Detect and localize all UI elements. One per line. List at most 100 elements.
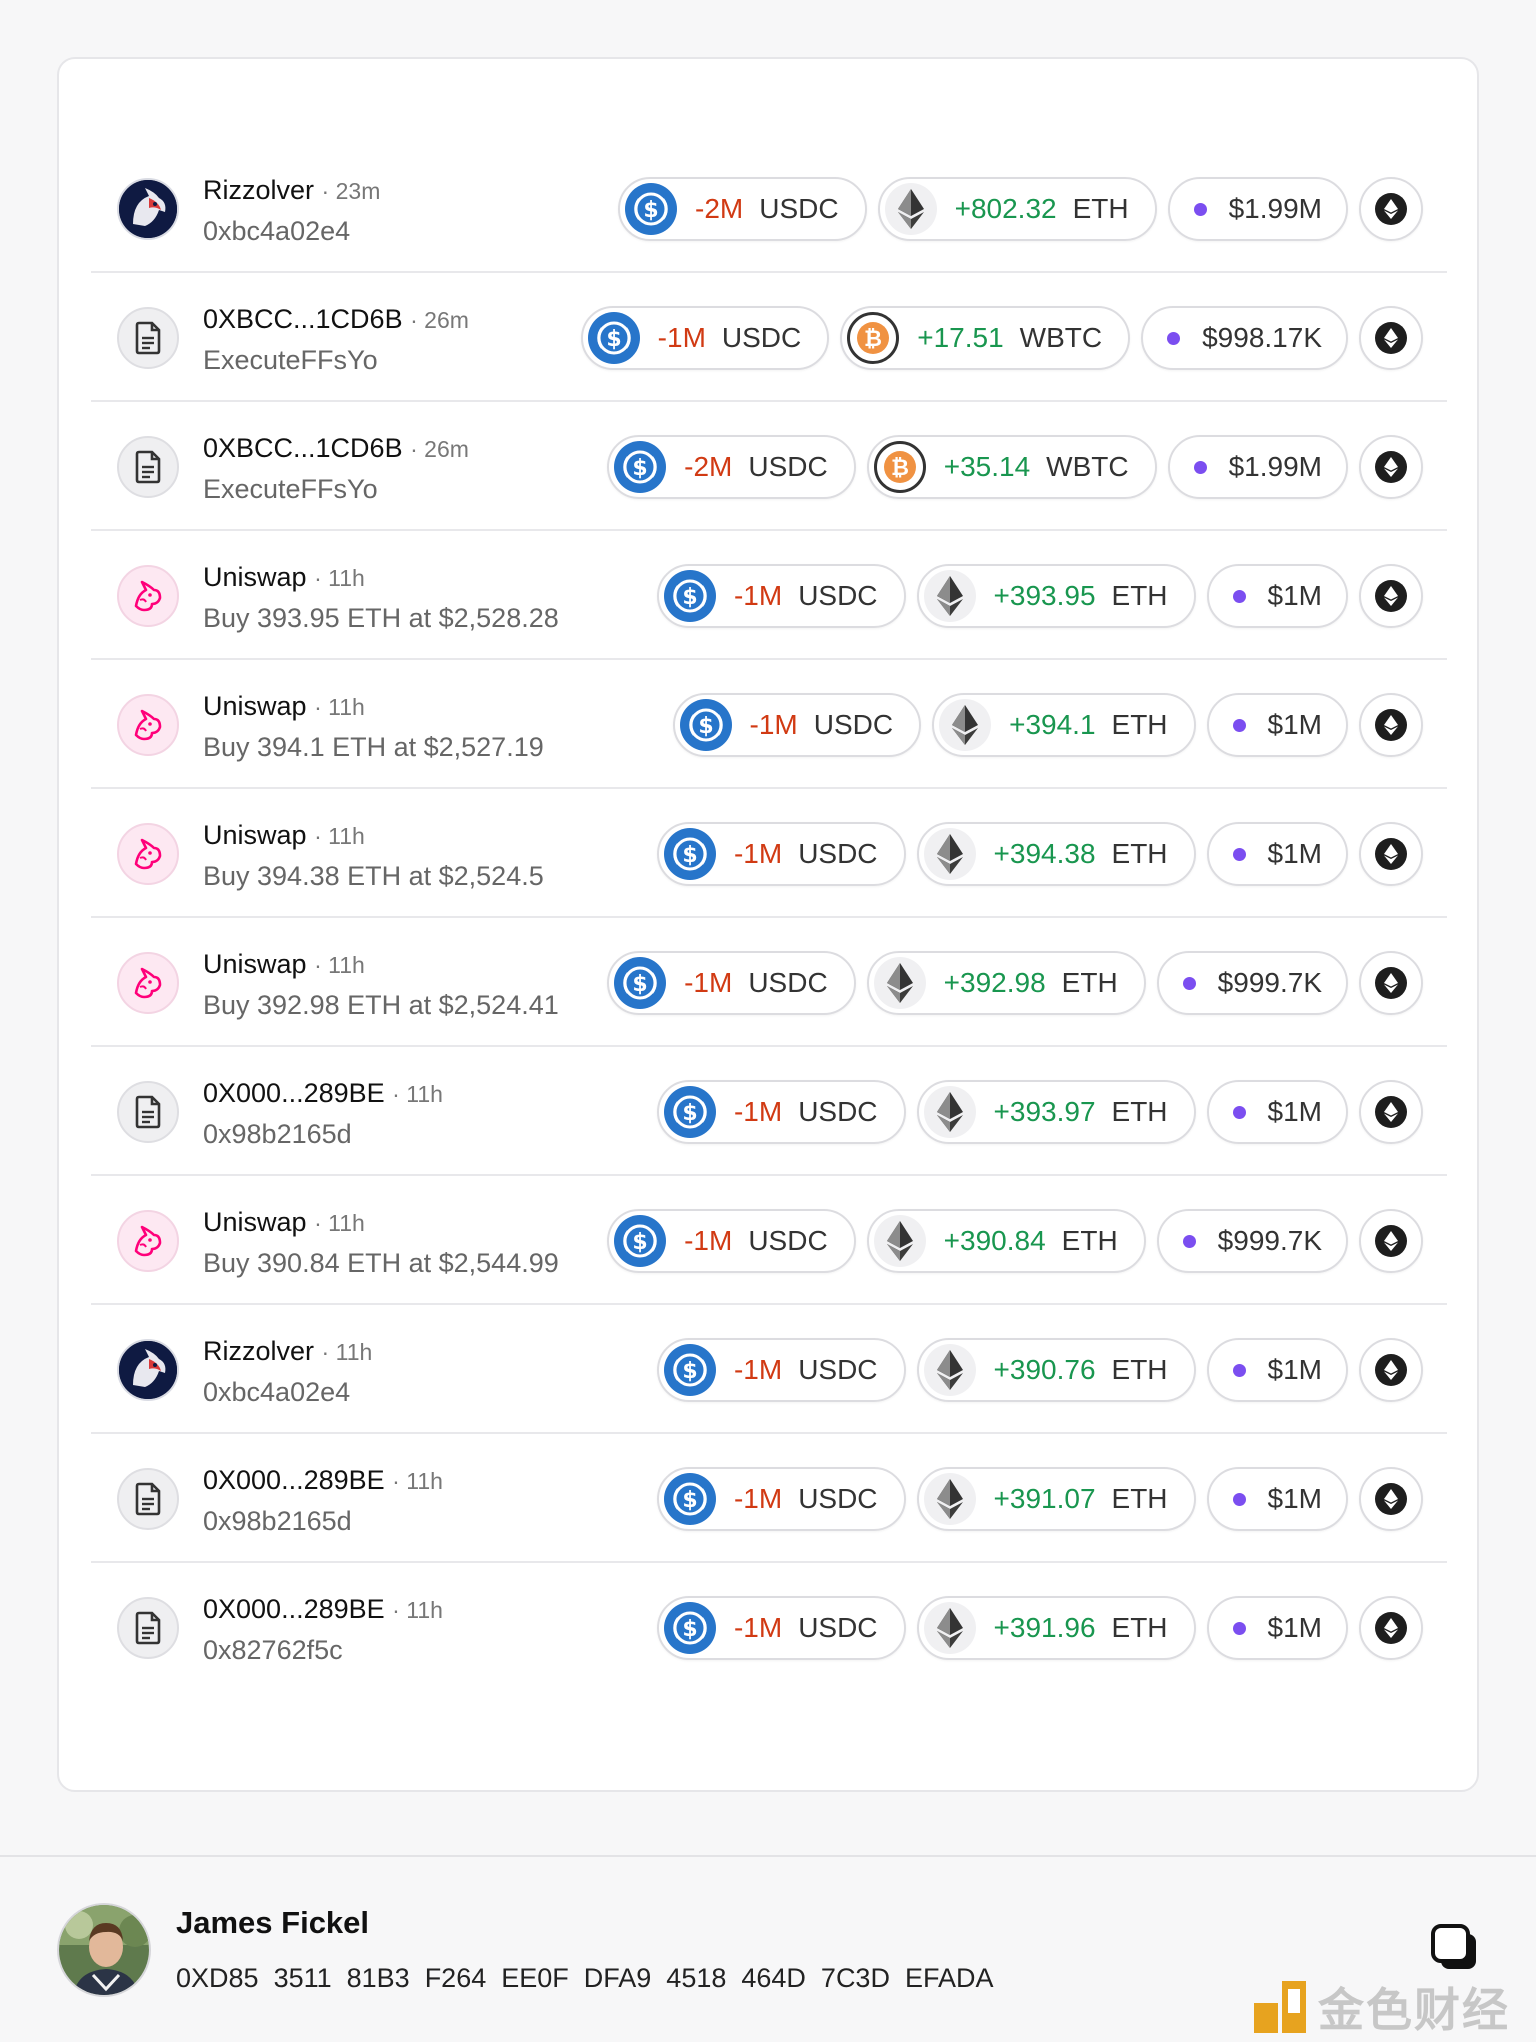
transaction-row[interactable]: Uniswap · 11h Buy 394.38 ETH at $2,524.5… (91, 789, 1447, 918)
counterparty-name[interactable]: 0X000...289BE (203, 1078, 385, 1108)
chain-pill[interactable] (1359, 1080, 1423, 1144)
chain-pill[interactable] (1359, 564, 1423, 628)
document-icon (117, 1081, 179, 1143)
transaction-row[interactable]: 0X000...289BE · 11h 0x82762f5c $ -1M USD… (91, 1563, 1447, 1692)
usd-value-pill[interactable]: $1.99M (1167, 177, 1348, 241)
chain-pill[interactable] (1359, 1209, 1423, 1273)
ethereum-chain-icon (1375, 709, 1407, 741)
eth-icon (923, 1602, 976, 1654)
sell-token-pill[interactable]: $ -1M USDC (580, 306, 830, 370)
counterparty-name[interactable]: 0XBCC...1CD6B (203, 304, 403, 334)
chain-pill[interactable] (1359, 306, 1423, 370)
transaction-row[interactable]: Rizzolver · 23m 0xbc4a02e4 $ -2M USDC +8… (91, 144, 1447, 273)
sell-token-pill[interactable]: $ -1M USDC (607, 951, 856, 1015)
separator: · (314, 565, 322, 591)
usd-value-pill[interactable]: $999.7K (1156, 951, 1348, 1015)
transaction-row[interactable]: 0X000...289BE · 11h 0x98b2165d $ -1M USD… (91, 1047, 1447, 1176)
transaction-row[interactable]: Uniswap · 11h Buy 390.84 ETH at $2,544.9… (91, 1176, 1447, 1305)
transaction-row[interactable]: 0X000...289BE · 11h 0x98b2165d $ -1M USD… (91, 1434, 1447, 1563)
sell-token-pill[interactable]: $ -1M USDC (656, 1080, 906, 1144)
rizzolver-unicorn-icon (117, 178, 179, 240)
usd-dot-icon (1232, 1621, 1246, 1635)
buy-token-pill[interactable]: ₿ +17.51 WBTC (840, 306, 1131, 370)
counterparty-name[interactable]: Uniswap (203, 949, 307, 979)
usd-value-pill[interactable]: $1M (1206, 1080, 1348, 1144)
chain-pill[interactable] (1359, 1467, 1423, 1531)
usd-value-pill[interactable]: $1M (1206, 822, 1348, 886)
usd-dot-icon (1182, 1234, 1196, 1248)
svg-text:$: $ (643, 198, 658, 223)
counterparty-name[interactable]: Rizzolver (203, 1336, 314, 1366)
usd-value-pill[interactable]: $1M (1206, 1467, 1348, 1531)
buy-token-pill[interactable]: +393.97 ETH (916, 1080, 1196, 1144)
buy-token-pill[interactable]: +393.95 ETH (916, 564, 1196, 628)
user-avatar[interactable] (57, 1903, 151, 1997)
counterparty-name[interactable]: Uniswap (203, 820, 307, 850)
sell-token-pill[interactable]: $ -1M USDC (672, 693, 922, 757)
sell-symbol: USDC (798, 1483, 878, 1514)
counterparty-name[interactable]: Rizzolver (203, 175, 314, 205)
buy-symbol: ETH (1061, 1225, 1118, 1256)
sell-token-pill[interactable]: $ -1M USDC (656, 564, 906, 628)
usd-value-pill[interactable]: $1M (1206, 693, 1348, 757)
separator: · (410, 436, 418, 462)
transaction-row[interactable]: Rizzolver · 11h 0xbc4a02e4 $ -1M USDC +3… (91, 1305, 1447, 1434)
chain-pill[interactable] (1359, 1338, 1423, 1402)
chain-pill[interactable] (1359, 822, 1423, 886)
transaction-row[interactable]: 0XBCC...1CD6B · 26m ExecuteFFsYo $ -2M U… (91, 402, 1447, 531)
buy-token-pill[interactable]: +394.38 ETH (916, 822, 1196, 886)
transfer-pills: $ -1M USDC +394.38 ETH $1M (656, 822, 1423, 886)
counterparty-name[interactable]: 0X000...289BE (203, 1465, 385, 1495)
transaction-row[interactable]: Uniswap · 11h Buy 394.1 ETH at $2,527.19… (91, 660, 1447, 789)
sell-symbol: USDC (748, 451, 828, 482)
counterparty-name[interactable]: Uniswap (203, 562, 307, 592)
separator: · (314, 952, 322, 978)
chain-pill[interactable] (1359, 693, 1423, 757)
ethereum-chain-icon (1375, 1096, 1407, 1128)
transaction-row[interactable]: Uniswap · 11h Buy 393.95 ETH at $2,528.2… (91, 531, 1447, 660)
buy-token-pill[interactable]: +394.1 ETH (932, 693, 1196, 757)
buy-symbol: ETH (1061, 967, 1118, 998)
usd-value-pill[interactable]: $998.17K (1141, 306, 1348, 370)
transfer-pills: $ -1M USDC +391.96 ETH $1M (656, 1596, 1423, 1660)
sell-token-pill[interactable]: $ -1M USDC (656, 1467, 906, 1531)
sell-token-pill[interactable]: $ -1M USDC (656, 1338, 906, 1402)
usd-value-pill[interactable]: $1.99M (1167, 435, 1348, 499)
buy-token-pill[interactable]: +391.96 ETH (916, 1596, 1196, 1660)
usd-value-pill[interactable]: $1M (1206, 1338, 1348, 1402)
buy-token-pill[interactable]: +392.98 ETH (866, 951, 1146, 1015)
usd-value-pill[interactable]: $999.7K (1156, 1209, 1348, 1273)
buy-token-pill[interactable]: +390.76 ETH (916, 1338, 1196, 1402)
sell-token-pill[interactable]: $ -1M USDC (656, 822, 906, 886)
usd-value-pill[interactable]: $1M (1206, 564, 1348, 628)
sell-token-pill[interactable]: $ -1M USDC (656, 1596, 906, 1660)
copy-icon[interactable] (1430, 1923, 1480, 1973)
counterparty-name[interactable]: Uniswap (203, 1207, 307, 1237)
buy-token-pill[interactable]: ₿ +35.14 WBTC (866, 435, 1157, 499)
transaction-row[interactable]: 0XBCC...1CD6B · 26m ExecuteFFsYo $ -1M U… (91, 273, 1447, 402)
buy-token-pill[interactable]: +391.07 ETH (916, 1467, 1196, 1531)
counterparty-name[interactable]: 0X000...289BE (203, 1594, 385, 1624)
chain-pill[interactable] (1359, 435, 1423, 499)
ethereum-chain-icon (1375, 1354, 1407, 1386)
buy-token-pill[interactable]: +390.84 ETH (866, 1209, 1146, 1273)
wallet-address[interactable]: 0XD85 3511 81B3 F264 EE0F DFA9 4518 464D 7C3D EFA… (176, 1963, 993, 1994)
watermark-logo-icon (1254, 1981, 1306, 2033)
chain-pill[interactable] (1359, 177, 1423, 241)
sell-token-pill[interactable]: $ -2M USDC (607, 435, 856, 499)
sell-symbol: USDC (798, 1096, 878, 1127)
chain-pill[interactable] (1359, 1596, 1423, 1660)
transaction-list: Rizzolver · 23m 0xbc4a02e4 $ -2M USDC +8… (91, 144, 1447, 1692)
usdc-icon: $ (614, 1215, 667, 1267)
svg-text:₿: ₿ (864, 327, 882, 352)
sell-token-pill[interactable]: $ -2M USDC (618, 177, 867, 241)
counterparty-name[interactable]: 0XBCC...1CD6B (203, 433, 403, 463)
chain-pill[interactable] (1359, 951, 1423, 1015)
buy-token-pill[interactable]: +802.32 ETH (877, 177, 1157, 241)
sell-token-pill[interactable]: $ -1M USDC (607, 1209, 856, 1273)
transaction-info: Rizzolver · 23m 0xbc4a02e4 (203, 172, 380, 251)
ethereum-chain-icon (1375, 1483, 1407, 1515)
counterparty-name[interactable]: Uniswap (203, 691, 307, 721)
transaction-row[interactable]: Uniswap · 11h Buy 392.98 ETH at $2,524.4… (91, 918, 1447, 1047)
usd-value-pill[interactable]: $1M (1206, 1596, 1348, 1660)
